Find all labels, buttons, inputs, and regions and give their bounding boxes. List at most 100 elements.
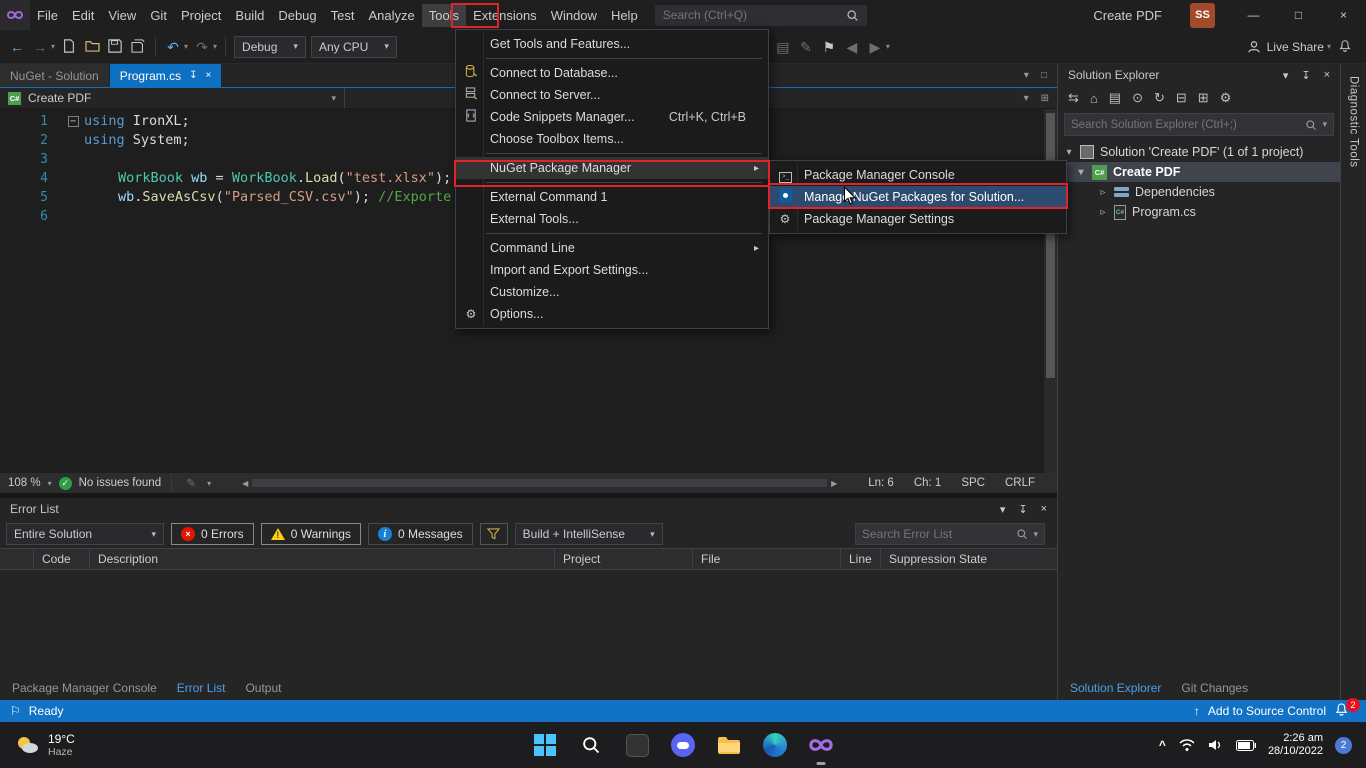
solution-platform-combo[interactable]: Any CPU ▾ — [311, 36, 397, 58]
file-column-header[interactable]: File — [693, 549, 841, 569]
tab-nuget-solution[interactable]: NuGet - Solution — [0, 64, 109, 87]
tree-item-dependencies[interactable]: ▹ Dependencies — [1058, 182, 1340, 202]
scrollbar-track[interactable] — [252, 479, 827, 487]
menu-item-import-export-settings[interactable]: Import and Export Settings... — [456, 259, 768, 281]
menu-edit[interactable]: Edit — [65, 4, 101, 27]
collapse-all-icon[interactable]: ⊟ — [1176, 90, 1187, 106]
chevron-down-icon[interactable]: ▾ — [184, 42, 188, 51]
menu-file[interactable]: File — [30, 4, 65, 27]
feedback-bell-icon[interactable] — [1336, 39, 1354, 55]
chevron-down-icon[interactable]: ▾ — [1322, 119, 1327, 130]
bookmark-prev-icon[interactable]: ◀ — [843, 40, 861, 54]
tab-diagnostic-tools[interactable]: Diagnostic Tools — [1348, 76, 1360, 700]
menu-project[interactable]: Project — [174, 4, 228, 27]
solution-explorer-search-input[interactable] — [1071, 119, 1300, 131]
scrollbar-thumb[interactable] — [1046, 113, 1055, 378]
tree-item-program-cs[interactable]: ▹ C# Program.cs — [1058, 202, 1340, 222]
tab-output[interactable]: Output — [245, 681, 281, 695]
navigate-forward-icon[interactable]: → — [31, 40, 49, 54]
start-button[interactable] — [532, 732, 558, 758]
menu-item-connect-server[interactable]: Connect to Server... — [456, 84, 768, 106]
pin-icon[interactable]: ↧ — [1301, 69, 1310, 82]
properties-icon[interactable]: ⚙ — [1220, 90, 1232, 106]
pencil-icon[interactable]: ✎ — [797, 40, 815, 54]
menu-item-package-manager-console[interactable]: >_ Package Manager Console — [770, 164, 1066, 186]
menu-item-get-tools[interactable]: Get Tools and Features... — [456, 33, 768, 55]
chevron-down-icon[interactable]: ▾ — [213, 42, 217, 51]
scope-icon[interactable]: ⊙ — [1132, 90, 1143, 106]
project-selector-combo[interactable]: C# Create PDF ▾ — [0, 88, 345, 108]
notification-center-badge[interactable]: 2 — [1335, 737, 1352, 754]
visual-studio-button[interactable] — [808, 732, 834, 758]
menu-help[interactable]: Help — [604, 4, 645, 27]
menu-debug[interactable]: Debug — [271, 4, 323, 27]
filter-button[interactable] — [480, 523, 508, 545]
float-window-icon[interactable]: □ — [1041, 70, 1047, 81]
tree-collapsed-icon[interactable]: ▹ — [1098, 187, 1108, 198]
open-folder-icon[interactable] — [83, 39, 101, 54]
tab-solution-explorer[interactable]: Solution Explorer — [1070, 681, 1161, 695]
menu-build[interactable]: Build — [228, 4, 271, 27]
column-indicator[interactable]: Ch: 1 — [914, 477, 942, 489]
menu-item-nuget-package-manager[interactable]: NuGet Package Manager ▸ — [456, 157, 768, 179]
solution-configuration-combo[interactable]: Debug ▾ — [234, 36, 306, 58]
pin-icon[interactable]: ↧ — [1018, 503, 1027, 516]
taskbar-clock[interactable]: 2:26 am 28/10/2022 — [1268, 732, 1323, 758]
menu-tools[interactable]: Tools — [422, 4, 466, 27]
error-list-search-box[interactable]: ▾ — [855, 523, 1045, 545]
fold-collapse-icon[interactable]: − — [68, 116, 79, 127]
split-window-icon[interactable]: ⊞ — [1041, 93, 1049, 104]
undo-icon[interactable]: ↶ — [164, 40, 182, 54]
error-scope-combo[interactable]: Entire Solution ▾ — [6, 523, 164, 545]
chevron-down-icon[interactable]: ▾ — [886, 42, 890, 51]
description-column-header[interactable]: Description — [90, 549, 555, 569]
line-column-header[interactable]: Line — [841, 549, 881, 569]
discord-button[interactable] — [670, 732, 696, 758]
tab-package-manager-console[interactable]: Package Manager Console — [12, 681, 157, 695]
issues-status[interactable]: No issues found — [79, 477, 161, 489]
add-to-source-control-button[interactable]: Add to Source Control — [1208, 704, 1326, 718]
menu-item-customize[interactable]: Customize... — [456, 281, 768, 303]
menu-item-options[interactable]: ⚙ Options... — [456, 303, 768, 325]
home-icon[interactable]: ⌂ — [1090, 91, 1098, 106]
warnings-filter-button[interactable]: 0 Warnings — [261, 523, 361, 545]
quick-search-box[interactable] — [655, 5, 867, 26]
zoom-level[interactable]: 108 % — [8, 477, 41, 489]
menu-extensions[interactable]: Extensions — [466, 4, 544, 27]
chevron-down-icon[interactable]: ▾ — [51, 42, 55, 51]
pending-changes-icon[interactable]: ▤ — [1109, 90, 1121, 106]
battery-icon[interactable] — [1236, 740, 1256, 751]
menu-item-choose-toolbox[interactable]: Choose Toolbox Items... — [456, 128, 768, 150]
refresh-icon[interactable]: ↻ — [1154, 90, 1165, 106]
live-share-button[interactable]: Live Share ▾ — [1247, 40, 1331, 54]
wifi-icon[interactable] — [1178, 738, 1196, 752]
chevron-down-icon[interactable]: ▾ — [1033, 529, 1038, 540]
switch-views-icon[interactable]: ⇆ — [1068, 90, 1079, 106]
minimize-button[interactable]: — — [1231, 0, 1276, 30]
redo-icon[interactable]: ↷ — [193, 40, 211, 54]
show-all-files-icon[interactable]: ⊞ — [1198, 90, 1209, 106]
navigate-back-icon[interactable]: ← — [8, 40, 26, 54]
quick-search-input[interactable] — [663, 8, 846, 22]
errors-filter-button[interactable]: × 0 Errors — [171, 523, 254, 545]
taskbar-app-icon[interactable] — [624, 732, 650, 758]
error-list-search-input[interactable] — [862, 527, 1011, 541]
menu-item-external-tools[interactable]: External Tools... — [456, 208, 768, 230]
tree-item-project[interactable]: ▾ C# Create PDF — [1058, 162, 1340, 182]
tree-expanded-icon[interactable]: ▾ — [1064, 147, 1074, 158]
close-panel-icon[interactable]: × — [1324, 69, 1330, 82]
project-column-header[interactable]: Project — [555, 549, 693, 569]
bookmark-icon[interactable]: ⚑ — [820, 40, 838, 54]
chevron-down-icon[interactable]: ▾ — [207, 479, 211, 488]
solution-explorer-search-box[interactable]: ▾ — [1064, 113, 1334, 136]
bookmark-next-icon[interactable]: ▶ — [866, 40, 884, 54]
account-avatar[interactable]: SS — [1190, 3, 1215, 28]
editor-horizontal-scrollbar[interactable]: ◀ ▶ — [242, 479, 837, 488]
menu-item-manage-nuget-packages[interactable]: Manage NuGet Packages for Solution... — [770, 186, 1066, 208]
tray-chevron-icon[interactable]: ^ — [1159, 738, 1166, 752]
new-file-icon[interactable] — [60, 39, 78, 55]
tree-expanded-icon[interactable]: ▾ — [1076, 167, 1086, 178]
chevron-down-icon[interactable]: ▾ — [48, 479, 52, 488]
tab-program-cs[interactable]: Program.cs ↧ × — [110, 64, 222, 87]
pin-icon[interactable]: ↧ — [189, 70, 197, 81]
